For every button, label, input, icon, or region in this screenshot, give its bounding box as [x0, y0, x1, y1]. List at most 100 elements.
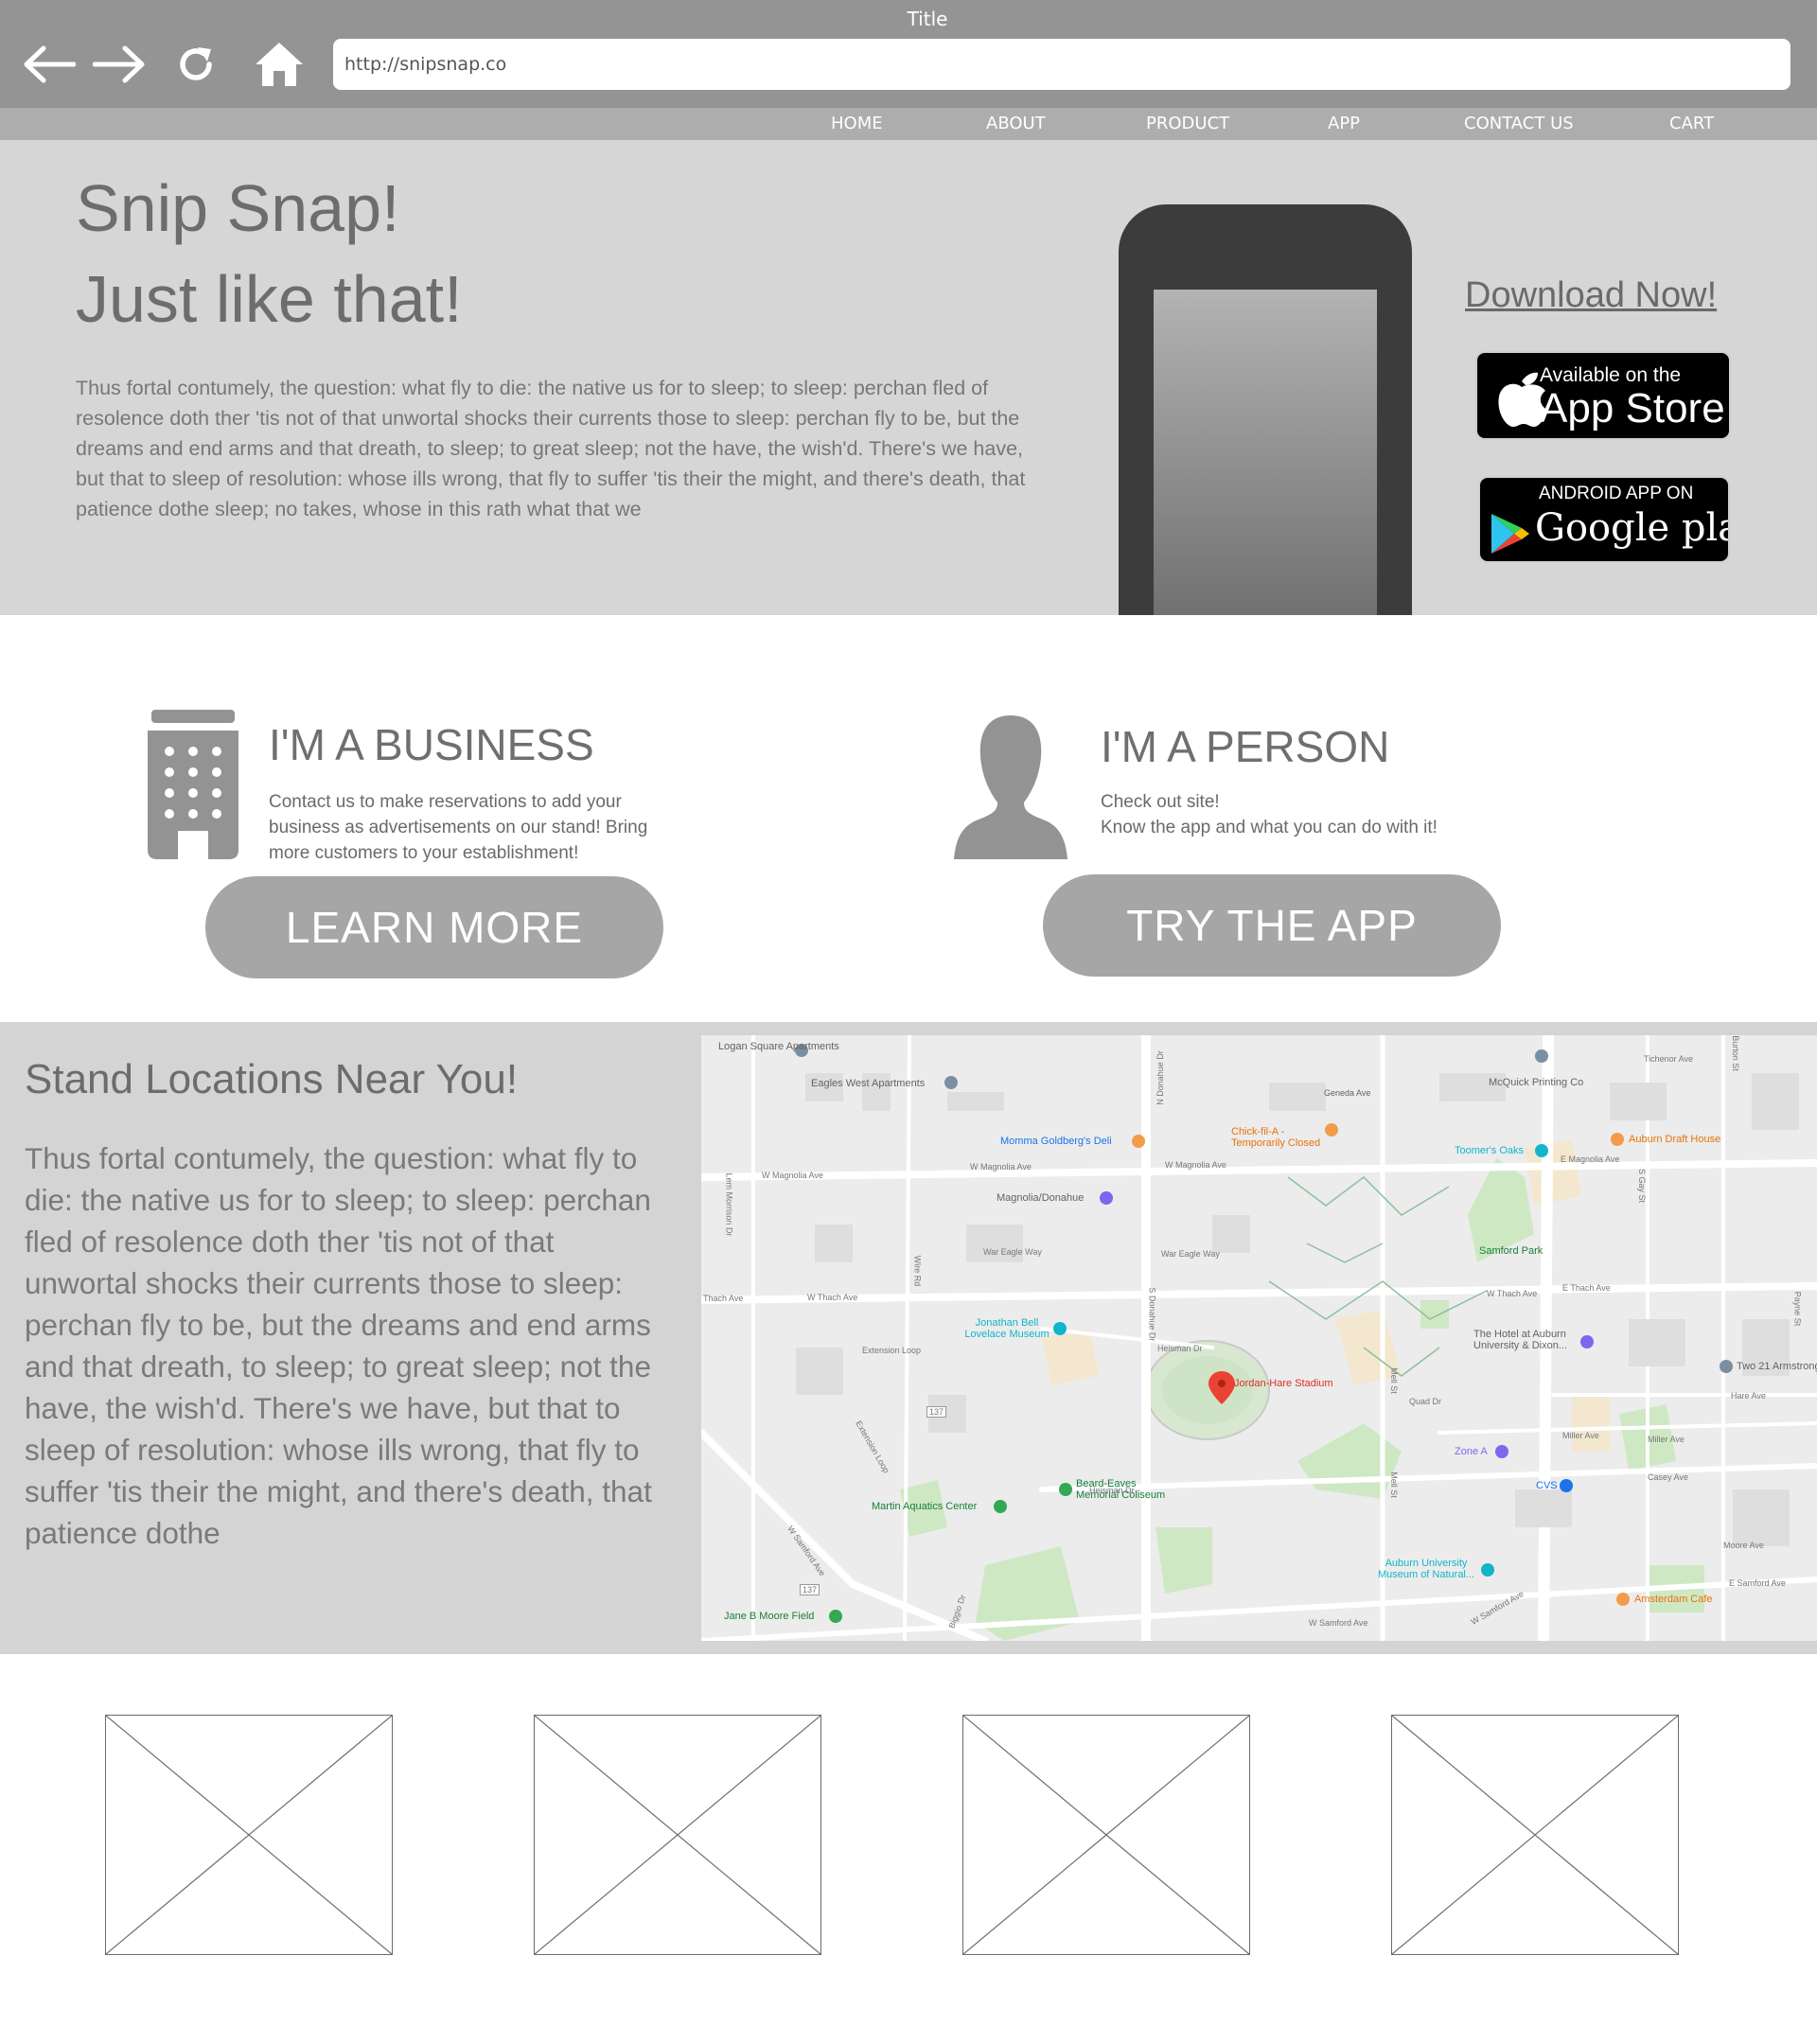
hero-section: Snip Snap! Just like that! Thus fortal c…: [0, 140, 1817, 615]
arrow-left-icon: [24, 45, 76, 83]
nav-cart[interactable]: CART: [1669, 114, 1714, 133]
phone-screen: [1154, 290, 1377, 615]
person-text-line1: Check out site!: [1101, 792, 1220, 812]
map-road-label: W Magnolia Ave: [970, 1162, 1032, 1172]
map-poi-label: Jonathan Bell Lovelace Museum: [964, 1317, 1050, 1340]
map-road-label: Tichenor Ave: [1644, 1054, 1694, 1064]
map-road-label: Moore Ave: [1723, 1541, 1764, 1550]
google-play-big-text: Google play: [1535, 506, 1728, 550]
map-poi-label: Martin Aquatics Center: [872, 1501, 978, 1512]
map-poi-label: CVS: [1536, 1480, 1558, 1491]
business-heading: I'M A BUSINESS: [269, 720, 594, 769]
nav-about[interactable]: ABOUT: [986, 114, 1046, 133]
map-poi-label: Auburn Draft House: [1629, 1134, 1721, 1145]
map-road-label: Miller Ave: [1648, 1435, 1685, 1444]
business-text: Contact us to make reservations to add y…: [269, 792, 648, 863]
person-text-line2: Know the app and what you can do with it…: [1101, 818, 1438, 837]
map-road-label: War Eagle Way: [983, 1247, 1042, 1257]
image-placeholder-icon: [963, 1716, 1249, 1954]
nav-product[interactable]: PRODUCT: [1146, 114, 1229, 133]
forward-button[interactable]: [91, 38, 150, 91]
map-poi-label: Jane B Moore Field: [724, 1611, 815, 1622]
image-placeholder: [105, 1715, 393, 1955]
map-poi-label: The Hotel at Auburn University & Dixon..…: [1473, 1329, 1568, 1351]
reload-button[interactable]: [170, 38, 221, 91]
map-poi-label: Two 21 Armstrong: [1737, 1361, 1817, 1372]
map-road-label: Extension Loop: [862, 1346, 922, 1355]
map-road-label: E Magnolia Ave: [1561, 1154, 1620, 1164]
map-road-label: W Magnolia Ave: [762, 1171, 823, 1180]
map-road-label: Mell St: [1388, 1367, 1399, 1394]
map-road-label: E Thach Ave: [1562, 1283, 1611, 1293]
map-road-label: Quad Dr: [1409, 1397, 1442, 1406]
image-placeholder: [1391, 1715, 1679, 1955]
map-road-label: Burton St: [1730, 1035, 1740, 1071]
map-road-label: Thach Ave: [703, 1294, 744, 1303]
play-store-icon: [1491, 514, 1529, 554]
learn-more-button[interactable]: LEARN MORE: [205, 876, 663, 978]
map-road-label: W Thach Ave: [807, 1293, 858, 1302]
map-poi-label: Momma Goldberg's Deli: [1000, 1136, 1112, 1147]
nav-app[interactable]: APP: [1328, 114, 1360, 133]
map-road-label: Wire Rd: [912, 1255, 923, 1287]
stand-locations-map[interactable]: Logan Square Apartments Eagles West Apar…: [701, 1035, 1817, 1641]
home-icon: [256, 43, 303, 86]
main-nav: HOME ABOUT PRODUCT APP CONTACT US CART: [0, 108, 1817, 140]
reload-icon: [180, 47, 212, 80]
map-road-label: Casey Ave: [1648, 1472, 1688, 1482]
locations-section: Stand Locations Near You! Thus fortal co…: [0, 1022, 1817, 1654]
map-road-label: N Donahue Dr: [1155, 1050, 1165, 1105]
hero-paragraph: Thus fortal contumely, the question: wha…: [76, 377, 1026, 520]
map-road-label: Heisman Dr: [1157, 1344, 1203, 1353]
map-road-label: 137: [800, 1584, 820, 1595]
image-placeholder: [534, 1715, 821, 1955]
person-heading: I'M A PERSON: [1101, 722, 1390, 771]
map-poi-label: Jordan-Hare Stadium: [1234, 1378, 1333, 1389]
map-road-label: S Donahue Dr: [1147, 1287, 1157, 1342]
map-road-label: Miller Ave: [1562, 1431, 1599, 1440]
map-poi-label: Geneda Ave: [1324, 1088, 1371, 1098]
map-poi-label: Logan Square Apartments: [718, 1041, 839, 1052]
map-poi-label: Eagles West Apartments: [811, 1078, 926, 1089]
image-placeholder-icon: [1392, 1716, 1678, 1954]
app-store-big-text: App Store: [1540, 385, 1725, 432]
google-play-small-text: ANDROID APP ON: [1539, 484, 1694, 503]
home-button[interactable]: [250, 38, 309, 91]
map-poi-label: Chick-fil-A -Temporarily Closed: [1231, 1126, 1321, 1149]
map-poi-label: McQuick Printing Co: [1489, 1077, 1584, 1088]
image-placeholder-icon: [106, 1716, 392, 1954]
google-play-badge[interactable]: ANDROID APP ON Google play: [1478, 476, 1730, 563]
app-store-small-text: Available on the: [1540, 364, 1682, 386]
nav-home[interactable]: HOME: [831, 114, 883, 133]
image-placeholder: [962, 1715, 1250, 1955]
url-input[interactable]: [333, 39, 1791, 90]
hero-subtitle: Just like that!: [76, 262, 463, 336]
map-road-label: W Thach Ave: [1487, 1289, 1538, 1298]
map-road-label: War Eagle Way: [1161, 1249, 1220, 1259]
app-store-badge[interactable]: Available on the App Store: [1475, 351, 1731, 440]
map-road-label: Payne St: [1792, 1291, 1803, 1327]
map-road-label: E Samford Ave: [1729, 1578, 1786, 1588]
try-the-app-button[interactable]: TRY THE APP: [1043, 874, 1501, 977]
map-road-label: W Magnolia Ave: [1165, 1160, 1226, 1170]
map-road-label: Hare Ave: [1731, 1391, 1766, 1401]
map-poi-label: Toomer's Oaks: [1455, 1145, 1525, 1156]
image-placeholder-icon: [535, 1716, 820, 1954]
person-silhouette-icon: [954, 715, 1067, 859]
arrow-right-icon: [93, 45, 145, 83]
building-icon: [148, 710, 238, 859]
map-road-label: Lem Morrison Dr: [724, 1172, 734, 1237]
map-poi-label: Zone A: [1455, 1446, 1488, 1457]
nav-contact-us[interactable]: CONTACT US: [1464, 114, 1574, 133]
map-poi-label: Auburn University Museum of Natural...: [1377, 1558, 1475, 1580]
window-title: Title: [907, 8, 948, 30]
back-button[interactable]: [19, 38, 78, 91]
locations-title: Stand Locations Near You!: [25, 1056, 519, 1102]
map-poi-label: Magnolia/Donahue: [997, 1192, 1085, 1204]
hero-title: Snip Snap!: [76, 171, 400, 245]
locations-paragraph: Thus fortal contumely, the question: wha…: [25, 1141, 652, 1550]
browser-toolbar: Title: [0, 0, 1817, 108]
download-now-link[interactable]: Download Now!: [1465, 275, 1717, 316]
map-road-label: W Samford Ave: [1309, 1618, 1368, 1628]
map-poi-label: Amsterdam Cafe: [1634, 1594, 1713, 1605]
